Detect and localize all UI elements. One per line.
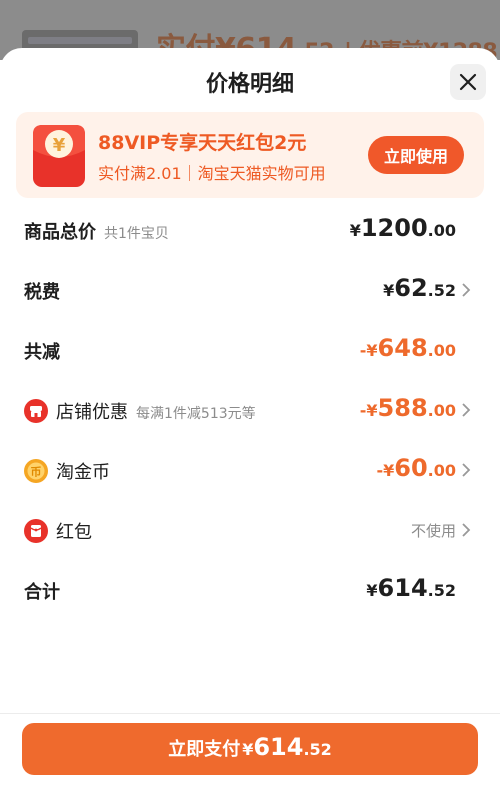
row-goods-total: 商品总价 共1件宝贝 ¥1200.00 (0, 210, 500, 250)
pay-amount: 614 (253, 733, 304, 761)
price-detail-sheet: 价格明细 ¥ 88VIP专享天天红包2元 实付满2.01｜淘宝天猫实物可用 立即… (0, 48, 500, 796)
vip-red-packet-banner: ¥ 88VIP专享天天红包2元 实付满2.01｜淘宝天猫实物可用 立即使用 (16, 112, 484, 198)
close-button[interactable] (450, 64, 486, 100)
promo-subtitle: 实付满2.01｜淘宝天猫实物可用 (98, 164, 326, 183)
coin-icon: 币 (24, 459, 48, 483)
tax-label: 税费 (24, 282, 60, 303)
svg-text:¥: ¥ (53, 135, 66, 156)
pay-now-label: 立即支付 (168, 739, 241, 760)
use-now-button[interactable]: 立即使用 (368, 136, 464, 174)
total-reduction-label: 共减 (24, 342, 60, 363)
red-envelope-icon: ¥ (33, 125, 85, 187)
row-tao-coin[interactable]: 币 淘金币 -¥60.00 (0, 450, 500, 490)
red-packet-icon (24, 519, 48, 543)
row-tax[interactable]: 税费 ¥62.52 (0, 270, 500, 310)
shop-icon (24, 399, 48, 423)
chevron-right-icon (462, 523, 471, 537)
goods-total-label: 商品总价 (24, 222, 96, 243)
row-shop-discount[interactable]: 店铺优惠 每满1件减513元等 -¥588.00 (0, 390, 500, 430)
row-red-packet[interactable]: 红包 不使用 (0, 510, 500, 550)
goods-total-amount: ¥1200.00 (349, 214, 456, 242)
shop-discount-hint: 每满1件减513元等 (136, 406, 256, 422)
tao-coin-label: 淘金币 (56, 462, 110, 483)
sum-label: 合计 (24, 582, 60, 603)
total-reduction-amount: -¥648.00 (359, 334, 456, 362)
shop-discount-label: 店铺优惠 (56, 402, 128, 423)
chevron-right-icon (462, 283, 471, 297)
red-packet-value: 不使用 (410, 522, 456, 540)
close-icon (459, 73, 477, 91)
tax-amount: ¥62.52 (383, 274, 456, 302)
goods-count-hint: 共1件宝贝 (104, 226, 169, 242)
pay-now-button[interactable]: 立即支付 ¥614.52 (22, 723, 478, 775)
chevron-right-icon (462, 403, 471, 417)
tao-coin-amount: -¥60.00 (376, 454, 456, 482)
row-total-reduction: 共减 -¥648.00 (0, 330, 500, 370)
sum-amount: ¥614.52 (366, 574, 456, 602)
chevron-right-icon (462, 463, 471, 477)
sheet-title: 价格明细 (205, 72, 294, 97)
row-sum: 合计 ¥614.52 (0, 570, 500, 610)
svg-text:币: 币 (31, 466, 42, 479)
footer-divider (0, 713, 500, 714)
red-packet-label: 红包 (56, 522, 92, 543)
shop-discount-amount: -¥588.00 (359, 394, 456, 422)
promo-title: 88VIP专享天天红包2元 (98, 132, 307, 154)
